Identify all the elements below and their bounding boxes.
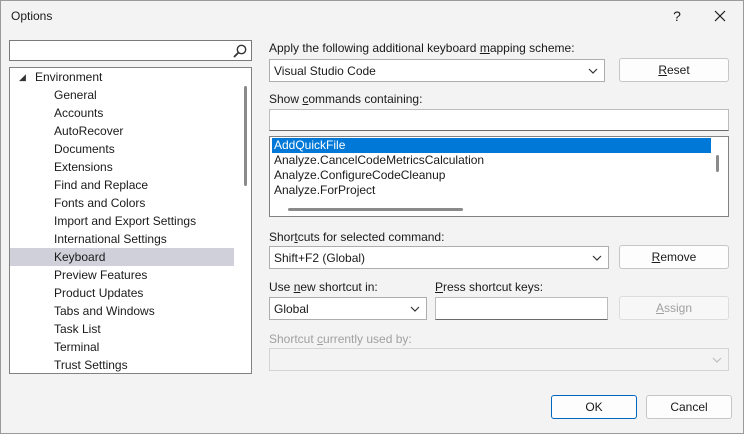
options-tree[interactable]: ◢ Environment General Accounts AutoRecover… [9,67,252,374]
press-shortcut-keys-label: Press shortcut keys: [435,280,544,294]
chevron-down-icon [588,68,598,74]
commands-list[interactable]: AddQuickFile Analyze.CancelCodeMetricsCal… [269,136,729,217]
ok-button[interactable]: OK [551,395,637,419]
currently-used-by-dropdown[interactable] [269,348,729,371]
tree-node-terminal[interactable]: Terminal [10,338,234,356]
tree-node-tabs-and-windows[interactable]: Tabs and Windows [10,302,234,320]
tree-scrollbar-thumb[interactable] [244,86,247,186]
command-list-item[interactable]: Analyze.ConfigureCodeCleanup [272,168,711,183]
tree-node-label: Trust Settings [54,358,128,372]
tree-node-label: Terminal [54,340,100,354]
shortcuts-value: Shift+F2 (Global) [274,251,366,265]
press-shortcut-keys-input[interactable] [439,300,593,317]
command-list-item[interactable]: AddQuickFile [272,138,711,153]
tree-node-trust-settings[interactable]: Trust Settings [10,356,234,373]
tree-node-label: Extensions [54,160,113,174]
tree-node-label: Fonts and Colors [54,196,146,210]
tree-node-find-and-replace[interactable]: Find and Replace [10,176,234,194]
close-button[interactable] [707,4,733,28]
tree-node-fonts-and-colors[interactable]: Fonts and Colors [10,194,234,212]
window-title: Options [11,9,53,23]
tree-node-label: General [54,88,97,102]
tree-node-preview-features[interactable]: Preview Features [10,266,234,284]
mapping-scheme-dropdown[interactable]: Visual Studio Code [269,59,605,82]
tree-node-documents[interactable]: Documents [10,140,234,158]
remove-button[interactable]: Remove [619,245,729,269]
command-list-item[interactable]: Analyze.ForProject [272,183,711,198]
expanded-caret-icon: ◢ [19,72,26,82]
press-shortcut-keys-box[interactable] [435,297,608,320]
tree-node-general[interactable]: General [10,86,234,104]
tree-node-label: Preview Features [54,268,148,282]
tree-node-label: Task List [54,322,101,336]
cancel-button[interactable]: Cancel [646,395,732,419]
use-new-shortcut-label: Use new shortcut in: [269,280,378,294]
shortcut-scope-value: Global [274,302,309,316]
tree-node-label: AutoRecover [54,124,124,138]
options-search-box[interactable] [9,40,252,61]
tree-node-extensions[interactable]: Extensions [10,158,234,176]
shortcuts-label: Shortcuts for selected command: [269,230,445,244]
tree-node-environment[interactable]: ◢ Environment [10,68,234,86]
tree-node-label: Documents [54,142,115,156]
chevron-down-icon [410,306,420,312]
assign-button[interactable]: Assign [619,296,729,320]
title-bar: Options ? [1,1,743,31]
tree-node-label: Find and Replace [54,178,149,192]
help-button[interactable]: ? [666,4,688,28]
tree-node-international-settings[interactable]: International Settings [10,230,234,248]
command-list-item[interactable]: Analyze.CancelCodeMetricsCalculation [272,153,711,168]
tree-node-accounts[interactable]: Accounts [10,104,234,122]
search-icon [233,44,247,58]
tree-node-label: Tabs and Windows [54,304,155,318]
options-search-input[interactable] [12,42,230,59]
commands-filter-box[interactable] [269,109,729,131]
tree-node-product-updates[interactable]: Product Updates [10,284,234,302]
tree-node-label: Product Updates [54,286,144,300]
show-commands-label: Show commands containing: [269,92,423,106]
tree-node-autorecover[interactable]: AutoRecover [10,122,234,140]
tree-node-label: International Settings [54,232,167,246]
tree-node-label: Keyboard [54,250,106,264]
tree-node-keyboard[interactable]: Keyboard [10,248,234,266]
mapping-scheme-label: Apply the following additional keyboard … [269,41,575,55]
tree-node-label: Import and Export Settings [54,214,197,228]
tree-node-label: Environment [35,70,103,84]
currently-used-by-label: Shortcut currently used by: [269,332,412,346]
options-dialog: Options ? ◢ Environment General Accounts A… [0,0,744,434]
tree-scrollbar[interactable] [240,70,250,370]
commands-list-vscroll-thumb[interactable] [716,155,719,172]
mapping-scheme-value: Visual Studio Code [274,64,376,78]
chevron-down-icon [712,357,722,363]
shortcuts-dropdown[interactable]: Shift+F2 (Global) [269,246,609,269]
shortcut-scope-dropdown[interactable]: Global [269,297,427,320]
close-icon [714,10,726,22]
commands-filter-input[interactable] [273,112,686,129]
tree-node-import-and-export-settings[interactable]: Import and Export Settings [10,212,234,230]
tree-node-task-list[interactable]: Task List [10,320,234,338]
tree-node-label: Accounts [54,106,104,120]
commands-list-hscroll-thumb[interactable] [288,208,463,211]
chevron-down-icon [592,255,602,261]
reset-button[interactable]: Reset [619,58,729,82]
